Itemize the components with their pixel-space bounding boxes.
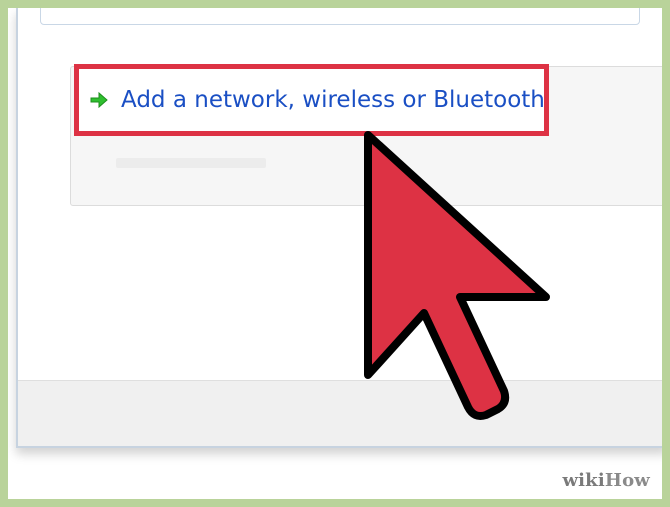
control-panel-window: s Add a network, wireless or Bluetooth bbox=[16, 8, 662, 448]
faded-text-line bbox=[116, 158, 266, 168]
wikihow-watermark: wikiHow bbox=[562, 470, 650, 491]
add-network-link-label[interactable]: Add a network, wireless or Bluetooth bbox=[121, 87, 545, 113]
watermark-wiki: wiki bbox=[562, 470, 605, 491]
bottom-bar bbox=[18, 380, 662, 446]
watermark-how: How bbox=[604, 470, 650, 491]
add-network-link[interactable]: Add a network, wireless or Bluetooth bbox=[74, 64, 549, 136]
top-panel bbox=[40, 8, 640, 25]
green-arrow-icon bbox=[89, 90, 109, 110]
image-frame: s Add a network, wireless or Bluetooth w… bbox=[0, 0, 670, 507]
